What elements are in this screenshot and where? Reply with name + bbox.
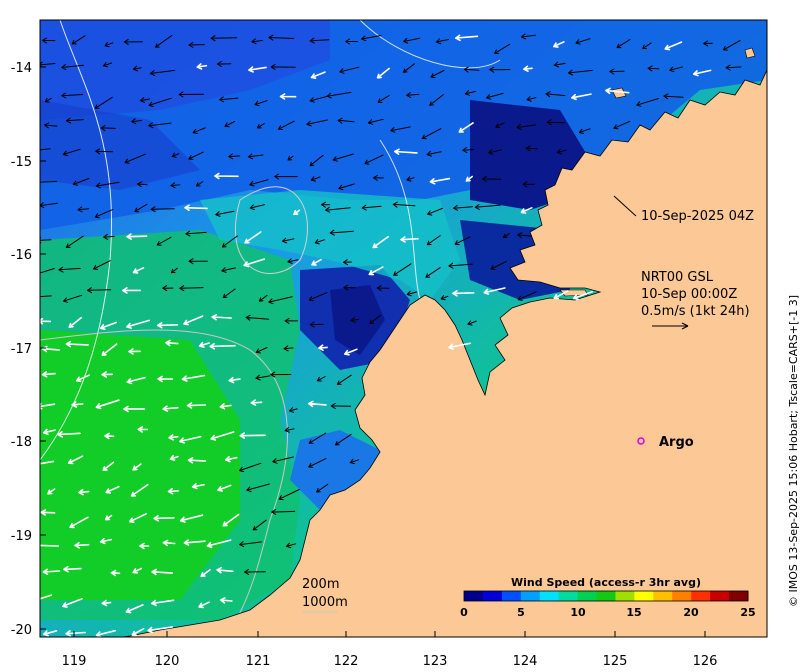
credit-text: © IMOS 13-Sep-2025 15:06 Hobart; Tscale=… [787,295,800,607]
x-tick-label: 125 [603,654,628,669]
y-axis: -14 -15 -16 -17 -18 -19 -20 [11,61,32,638]
x-tick-label: 122 [334,654,359,669]
plot-area [40,20,767,637]
x-tick-label: 123 [423,654,448,669]
product-time-label: 10-Sep 00:00Z [641,287,737,302]
colorbar-cell [520,591,541,601]
colorbar-cell [672,591,692,601]
colorbar-cell [615,591,635,601]
y-tick-label: -15 [11,155,32,170]
colorbar-tick: 15 [626,606,641,619]
y-tick-label: -16 [11,248,32,263]
x-tick-label: 121 [246,654,271,669]
contour-1000m-label: 1000m [302,595,348,610]
x-tick-label: 119 [62,654,87,669]
colorbar-tick: 5 [517,606,525,619]
colorbar-cell [577,591,598,601]
argo-label: Argo [659,435,694,450]
colorbar-cell [464,591,484,601]
y-tick-label: -19 [11,529,32,544]
x-tick-label: 120 [155,654,180,669]
colorbar-cell [691,591,711,601]
colorbar-cell [558,591,579,601]
scale-label: 0.5m/s (1kt 24h) [641,304,750,319]
colorbar-cell [501,591,522,601]
colorbar-cell [634,591,654,601]
colorbar-cell [729,591,749,601]
y-tick-label: -14 [11,61,32,76]
colorbar-title: Wind Speed (access-r 3hr avg) [511,576,701,589]
y-tick-label: -18 [11,435,32,450]
product-label: NRT00 GSL [641,270,714,285]
colorbar-tick: 25 [740,606,755,619]
colorbar-cell [710,591,730,601]
y-tick-label: -20 [11,623,32,638]
colorbar-cell [596,591,616,601]
x-tick-label: 126 [693,654,718,669]
colorbar-cells [464,591,749,601]
colorbar-cell [653,591,673,601]
y-tick-label: -17 [11,342,32,357]
timestamp-label: 10-Sep-2025 04Z [641,209,754,224]
colorbar-tick: 10 [570,606,586,619]
x-tick-label: 124 [513,654,538,669]
colorbar-cell [482,591,503,601]
map-figure: 119 120 121 122 123 124 125 126 -14 -15 … [11,19,800,669]
colorbar-cell [539,591,560,601]
x-axis: 119 120 121 122 123 124 125 126 [62,654,718,669]
contour-200m-label: 200m [302,577,339,592]
colorbar-tick: 20 [683,606,699,619]
colorbar-tick: 0 [460,606,468,619]
